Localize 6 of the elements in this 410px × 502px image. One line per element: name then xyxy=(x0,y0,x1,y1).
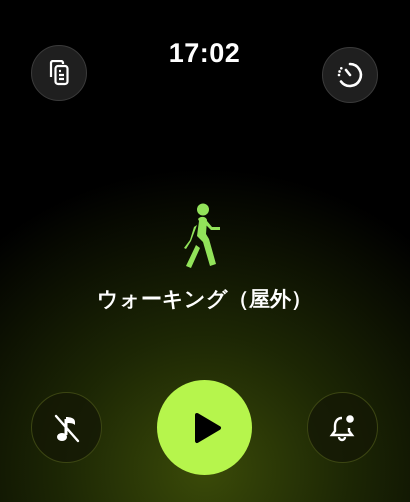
timer-icon xyxy=(336,61,364,89)
clock-time: 17:02 xyxy=(168,38,240,69)
music-off-icon xyxy=(54,412,80,442)
play-icon xyxy=(194,412,222,444)
workout-title: ウォーキング（屋外） xyxy=(97,286,312,312)
documents-icon xyxy=(47,60,71,86)
